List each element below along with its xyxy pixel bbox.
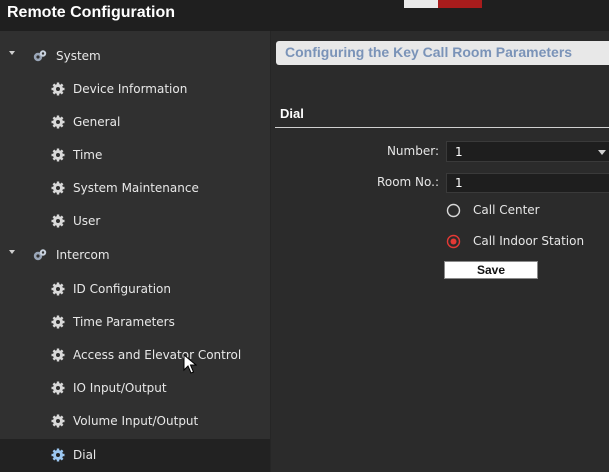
- gear-icon: [51, 148, 65, 162]
- gear-icon: [51, 315, 65, 329]
- sidebar-item-label: Device Information: [73, 82, 188, 96]
- sidebar-item-user[interactable]: User: [0, 205, 270, 238]
- save-button-label: Save: [476, 263, 506, 277]
- call-indoor-station-radio[interactable]: [446, 234, 461, 249]
- sidebar-group-label: System: [56, 49, 101, 63]
- page-title: Configuring the Key Call Room Parameters: [285, 44, 573, 60]
- sidebar-group-system[interactable]: System: [0, 40, 270, 73]
- decorative-red-tab: [438, 0, 482, 8]
- sidebar-item-id-configuration[interactable]: ID Configuration: [0, 273, 270, 306]
- sidebar-item-label: Dial: [73, 448, 97, 462]
- sidebar-item-io-input-output[interactable]: IO Input/Output: [0, 372, 270, 405]
- sidebar-item-label: IO Input/Output: [73, 381, 167, 395]
- gear-icon: [51, 115, 65, 129]
- gear-icon: [51, 348, 65, 362]
- mouse-cursor-icon: [183, 354, 197, 374]
- room-no-label: Room No.:: [377, 175, 439, 189]
- sidebar-item-time[interactable]: Time: [0, 139, 270, 172]
- section-divider: [275, 127, 609, 128]
- sidebar-group-intercom[interactable]: Intercom: [0, 239, 270, 272]
- sidebar-item-label: System Maintenance: [73, 181, 199, 195]
- sidebar-item-label: General: [73, 115, 121, 129]
- expand-arrow-icon[interactable]: [9, 51, 15, 55]
- call-center-label: Call Center: [473, 203, 540, 217]
- system-icon: [33, 50, 47, 62]
- main-content: Configuring the Key Call Room Parameters…: [271, 31, 609, 472]
- gear-icon: [51, 414, 65, 428]
- gear-icon: [51, 181, 65, 195]
- title-bar: Remote Configuration: [0, 0, 609, 32]
- sidebar-item-label: User: [73, 214, 101, 228]
- decorative-tab: [404, 0, 438, 8]
- sidebar-item-label: Time Parameters: [73, 315, 175, 329]
- expand-arrow-icon[interactable]: [9, 250, 15, 254]
- sidebar: System Device Information General Time S…: [0, 31, 271, 472]
- number-label: Number:: [386, 144, 439, 158]
- sidebar-item-label: Volume Input/Output: [73, 414, 199, 428]
- page-header: Configuring the Key Call Room Parameters: [276, 41, 609, 65]
- sidebar-item-dial[interactable]: Dial: [0, 439, 270, 472]
- call-indoor-station-label: Call Indoor Station: [473, 234, 585, 248]
- sidebar-item-label: ID Configuration: [73, 282, 171, 296]
- sidebar-item-system-maintenance[interactable]: System Maintenance: [0, 172, 270, 205]
- sidebar-item-label: Access and Elevator Control: [73, 348, 242, 362]
- section-title: Dial: [280, 106, 304, 121]
- sidebar-item-time-parameters[interactable]: Time Parameters: [0, 306, 270, 339]
- chevron-down-icon[interactable]: [598, 150, 606, 155]
- number-value: 1: [455, 145, 463, 159]
- room-no-input[interactable]: 1: [446, 173, 609, 193]
- gear-icon: [51, 381, 65, 395]
- app-title: Remote Configuration: [7, 4, 175, 21]
- room-no-value: 1: [455, 176, 463, 190]
- number-select[interactable]: 1: [446, 141, 609, 162]
- gear-icon: [51, 82, 65, 96]
- sidebar-item-general[interactable]: General: [0, 106, 270, 139]
- save-button[interactable]: Save: [444, 261, 538, 279]
- sidebar-item-label: Time: [73, 148, 103, 162]
- sidebar-item-access-and-elevator-control[interactable]: Access and Elevator Control: [0, 339, 270, 372]
- sidebar-group-label: Intercom: [56, 248, 110, 262]
- sidebar-item-volume-input-output[interactable]: Volume Input/Output: [0, 405, 270, 438]
- sidebar-item-device-information[interactable]: Device Information: [0, 73, 270, 106]
- call-center-radio[interactable]: [446, 203, 461, 218]
- gear-icon: [51, 214, 65, 228]
- intercom-icon: [33, 249, 47, 261]
- gear-icon: [51, 448, 65, 462]
- gear-icon: [51, 282, 65, 296]
